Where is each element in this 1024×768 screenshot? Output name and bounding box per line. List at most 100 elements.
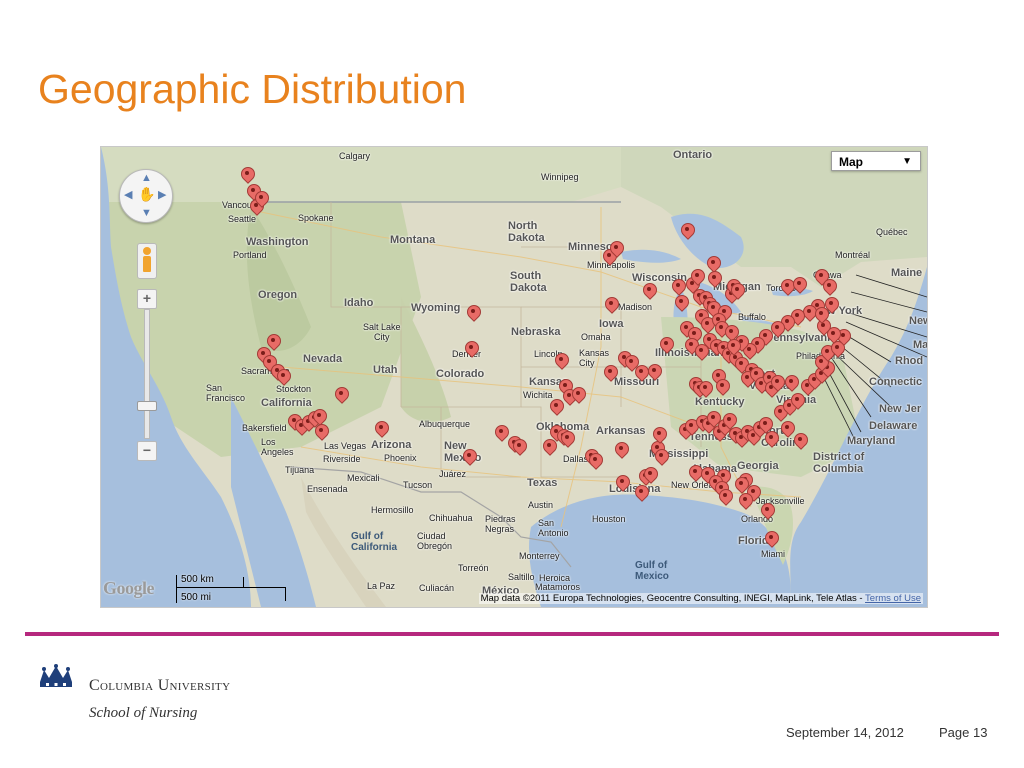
map-marker[interactable] <box>730 283 744 303</box>
label-ciudad-obregon: Ciudad Obregón <box>417 531 453 551</box>
map-marker[interactable] <box>549 399 563 419</box>
school-name: School of Nursing <box>89 705 198 721</box>
map-marker[interactable] <box>674 295 688 315</box>
label-south-dakota: South Dakota <box>510 270 547 294</box>
map-marker[interactable] <box>642 283 656 303</box>
map-marker[interactable] <box>615 475 629 495</box>
pan-control[interactable]: ▲ ▼ ◀ ▶ ✋ <box>119 169 173 223</box>
attribution-text: Map data ©2011 Europa Technologies, Geoc… <box>480 593 863 604</box>
zoom-in-button[interactable]: + <box>137 289 157 309</box>
footer-date: September 14, 2012 <box>786 725 904 740</box>
label-albuquerque: Albuquerque <box>419 419 471 429</box>
label-tucson: Tucson <box>403 480 433 490</box>
label-calgary: Calgary <box>339 151 371 161</box>
pan-down-icon[interactable]: ▼ <box>141 208 152 219</box>
label-houston: Houston <box>592 514 626 524</box>
label-la-paz: La Paz <box>367 581 396 591</box>
terms-of-use-link[interactable]: Terms of Use <box>865 593 921 604</box>
map-marker[interactable] <box>609 241 623 261</box>
map-marker[interactable] <box>690 269 704 289</box>
map-marker[interactable] <box>814 307 828 327</box>
map-marker[interactable] <box>652 427 666 447</box>
map-marker[interactable] <box>464 341 478 361</box>
map-marker[interactable] <box>634 365 648 385</box>
label-oregon: Oregon <box>258 289 298 301</box>
map-type-dropdown[interactable]: Map ▼ <box>831 151 921 171</box>
label-riverside: Riverside <box>323 454 361 464</box>
label-chihuahua: Chihuahua <box>429 513 473 523</box>
map-marker[interactable] <box>707 271 721 291</box>
zoom-slider-track[interactable] <box>144 309 150 439</box>
label-utah: Utah <box>373 364 398 376</box>
map-attribution: Map data ©2011 Europa Technologies, Geoc… <box>478 593 923 604</box>
label-georgia: Georgia <box>737 460 779 472</box>
footer-page-number: Page 13 <box>939 725 988 740</box>
map-marker[interactable] <box>603 365 617 385</box>
label-iowa: Iowa <box>599 318 624 330</box>
map-marker[interactable] <box>588 453 602 473</box>
map-marker[interactable] <box>571 387 585 407</box>
scale-km-label: 500 km <box>181 574 214 585</box>
map-marker[interactable] <box>654 449 668 469</box>
map-marker[interactable] <box>276 369 290 389</box>
map-marker[interactable] <box>560 431 574 451</box>
label-gulf-of-california: Gulf of California <box>351 531 398 553</box>
label-idaho: Idaho <box>344 297 374 309</box>
map-terrain <box>101 147 927 607</box>
label-montana: Montana <box>390 234 436 246</box>
map-marker[interactable] <box>680 223 694 243</box>
map-marker[interactable] <box>254 191 268 211</box>
map-marker[interactable] <box>780 421 794 441</box>
label-portland: Portland <box>233 250 267 260</box>
map-marker[interactable] <box>659 337 673 357</box>
map-marker[interactable] <box>512 439 526 459</box>
pan-up-icon[interactable]: ▲ <box>141 173 152 184</box>
pan-right-icon[interactable]: ▶ <box>158 190 166 201</box>
label-hermosillo: Hermosillo <box>371 505 414 515</box>
label-north-dakota: North Dakota <box>508 220 545 244</box>
pan-left-icon[interactable]: ◀ <box>124 190 132 201</box>
map-marker[interactable] <box>466 305 480 325</box>
label-salt-lake-city: Salt Lake City <box>363 322 401 342</box>
map-marker[interactable] <box>770 375 784 395</box>
map-marker[interactable] <box>718 489 732 509</box>
map-marker[interactable] <box>764 431 778 451</box>
map-marker[interactable] <box>792 277 806 297</box>
label-colorado: Colorado <box>436 368 485 380</box>
zoom-slider-thumb[interactable] <box>137 401 157 411</box>
street-view-pegman[interactable] <box>137 243 157 279</box>
map-marker[interactable] <box>604 297 618 317</box>
hand-icon: ✋ <box>138 186 156 202</box>
map-marker[interactable] <box>726 339 740 359</box>
map-marker[interactable] <box>314 424 328 444</box>
map-marker[interactable] <box>793 433 807 453</box>
label-delaware: Delaware <box>869 420 918 432</box>
map-marker[interactable] <box>647 364 661 384</box>
map-marker[interactable] <box>738 493 752 513</box>
map-marker[interactable] <box>374 421 388 441</box>
map-marker[interactable] <box>334 387 348 407</box>
label-las-vegas: Las Vegas <box>324 441 367 451</box>
label-maine: Maine <box>891 267 923 279</box>
label-rhode-island: Rhod <box>895 355 924 367</box>
map-marker[interactable] <box>614 442 628 462</box>
label-washington: Washington <box>246 236 309 248</box>
label-monterrey: Monterrey <box>519 551 560 561</box>
map-marker[interactable] <box>764 531 778 551</box>
zoom-control[interactable]: + − <box>137 289 157 463</box>
label-madison: Madison <box>618 302 653 312</box>
map-marker[interactable] <box>698 381 712 401</box>
map-view[interactable]: Calgary Ontario Winnipeg Vancouver Seatt… <box>100 146 928 608</box>
map-marker[interactable] <box>554 353 568 373</box>
map-marker[interactable] <box>643 467 657 487</box>
label-winnipeg: Winnipeg <box>541 172 579 182</box>
pegman-icon <box>143 247 151 273</box>
map-marker[interactable] <box>715 379 729 399</box>
map-marker[interactable] <box>462 449 476 469</box>
scale-bar <box>176 587 286 588</box>
zoom-out-button[interactable]: − <box>137 441 157 461</box>
map-marker[interactable] <box>760 503 774 523</box>
label-torreon: Torreón <box>458 563 489 573</box>
label-nevada: Nevada <box>303 353 343 365</box>
map-marker[interactable] <box>494 425 508 445</box>
